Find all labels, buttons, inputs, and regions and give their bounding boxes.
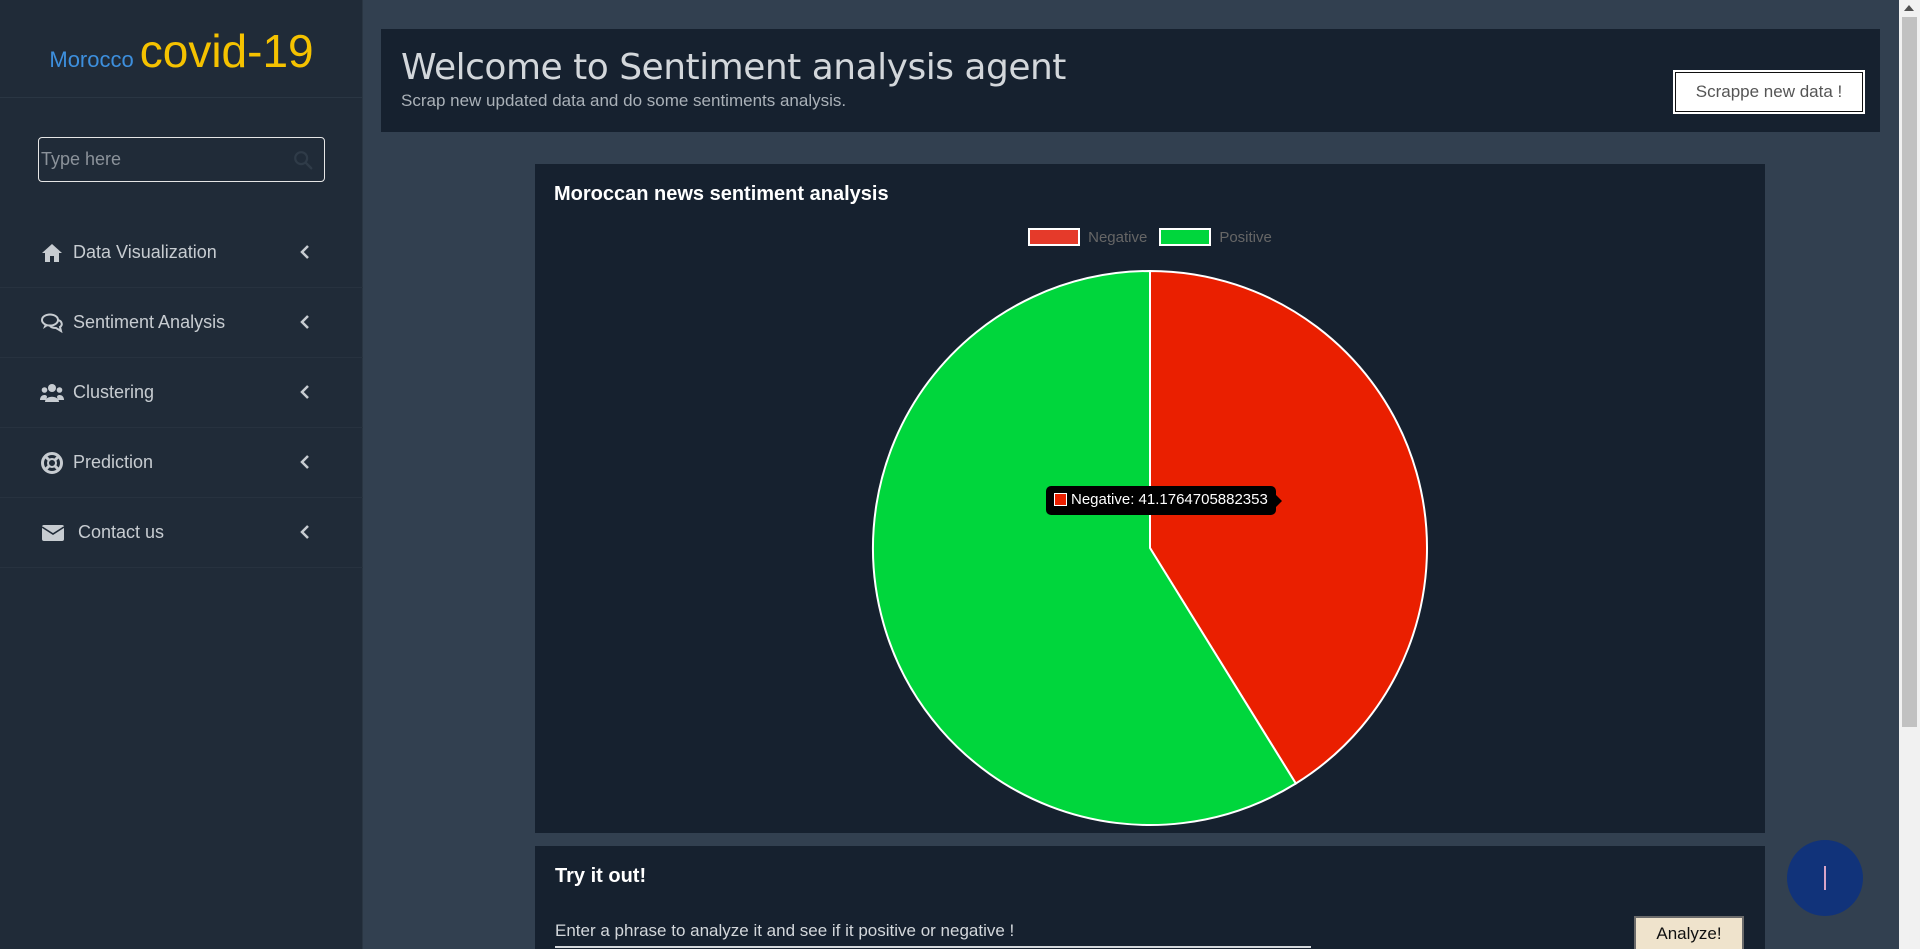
home-icon: [42, 243, 62, 262]
tooltip-swatch: [1054, 493, 1067, 506]
tooltip-text: Negative: 41.1764705882353: [1071, 491, 1268, 508]
chat-fab-icon: [1824, 866, 1826, 890]
legend-swatch-positive: [1159, 228, 1212, 246]
page-header: Welcome to Sentiment analysis agent Scra…: [381, 29, 1880, 132]
chevron-left-icon: [300, 385, 309, 399]
search-input[interactable]: [39, 138, 324, 181]
chevron-left-icon: [300, 525, 309, 539]
brand-title: covid-19: [139, 25, 314, 77]
legend-item-positive[interactable]: Positive: [1159, 228, 1272, 246]
sentiment-chart-card: Moroccan news sentiment analysis Negativ…: [535, 164, 1765, 833]
sidebar-item-clustering[interactable]: Clustering: [0, 358, 363, 428]
sidebar-item-data-visualization[interactable]: Data Visualization: [0, 218, 363, 288]
life-ring-icon: [41, 451, 63, 474]
try-title: Try it out!: [555, 865, 647, 887]
chart-title: Moroccan news sentiment analysis: [554, 183, 889, 205]
sidebar-item-label: Sentiment Analysis: [73, 312, 226, 332]
analyze-button[interactable]: Analyze!: [1634, 916, 1744, 949]
page-title: Welcome to Sentiment analysis agent: [401, 47, 1066, 88]
chat-fab-button[interactable]: [1787, 840, 1863, 916]
legend-label-negative: Negative: [1088, 228, 1148, 246]
chart-tooltip: Negative: 41.1764705882353: [1046, 486, 1282, 515]
phrase-prompt: Enter a phrase to analyze it and see if …: [555, 921, 1015, 940]
phrase-input[interactable]: [555, 946, 1311, 948]
scrollbar-thumb[interactable]: [1902, 17, 1917, 727]
legend-label-positive: Positive: [1219, 228, 1272, 246]
sidebar-item-prediction[interactable]: Prediction: [0, 428, 363, 498]
sidebar-item-label: Contact us: [78, 522, 165, 542]
users-icon: [40, 383, 64, 402]
sidebar-item-label: Clustering: [73, 382, 155, 402]
sidebar-item-sentiment-analysis[interactable]: Sentiment Analysis: [0, 288, 363, 358]
comments-icon: [41, 313, 63, 333]
sidebar-item-label: Prediction: [73, 452, 154, 472]
scrollbar[interactable]: [1899, 0, 1920, 949]
page-subtitle: Scrap new updated data and do some senti…: [401, 91, 847, 110]
scrape-new-data-button[interactable]: Scrappe new data !: [1675, 72, 1863, 112]
sidebar-nav: Data Visualization Sentiment Analysis Cl…: [0, 218, 363, 568]
brand-country: Morocco: [49, 47, 134, 72]
legend-swatch-negative: [1028, 228, 1081, 246]
legend-item-negative[interactable]: Negative: [1028, 228, 1147, 246]
chevron-left-icon: [300, 455, 309, 469]
search-icon[interactable]: [292, 149, 314, 171]
brand-logo[interactable]: Morocco covid-19: [0, 0, 363, 98]
pie-chart: [872, 269, 1428, 826]
try-it-out-card: Try it out! Enter a phrase to analyze it…: [535, 846, 1765, 949]
scroll-up-arrow-icon[interactable]: [1904, 5, 1914, 11]
sidebar: Moroccocovid-19 Data Visualization Senti…: [0, 0, 363, 949]
chevron-left-icon: [300, 315, 309, 329]
envelope-icon: [41, 524, 65, 541]
sidebar-item-contact-us[interactable]: Contact us: [0, 498, 363, 568]
sidebar-item-label: Data Visualization: [73, 242, 217, 262]
chart-legend: Negative Positive: [535, 228, 1765, 246]
search-box: [38, 137, 325, 182]
chevron-left-icon: [300, 245, 309, 259]
